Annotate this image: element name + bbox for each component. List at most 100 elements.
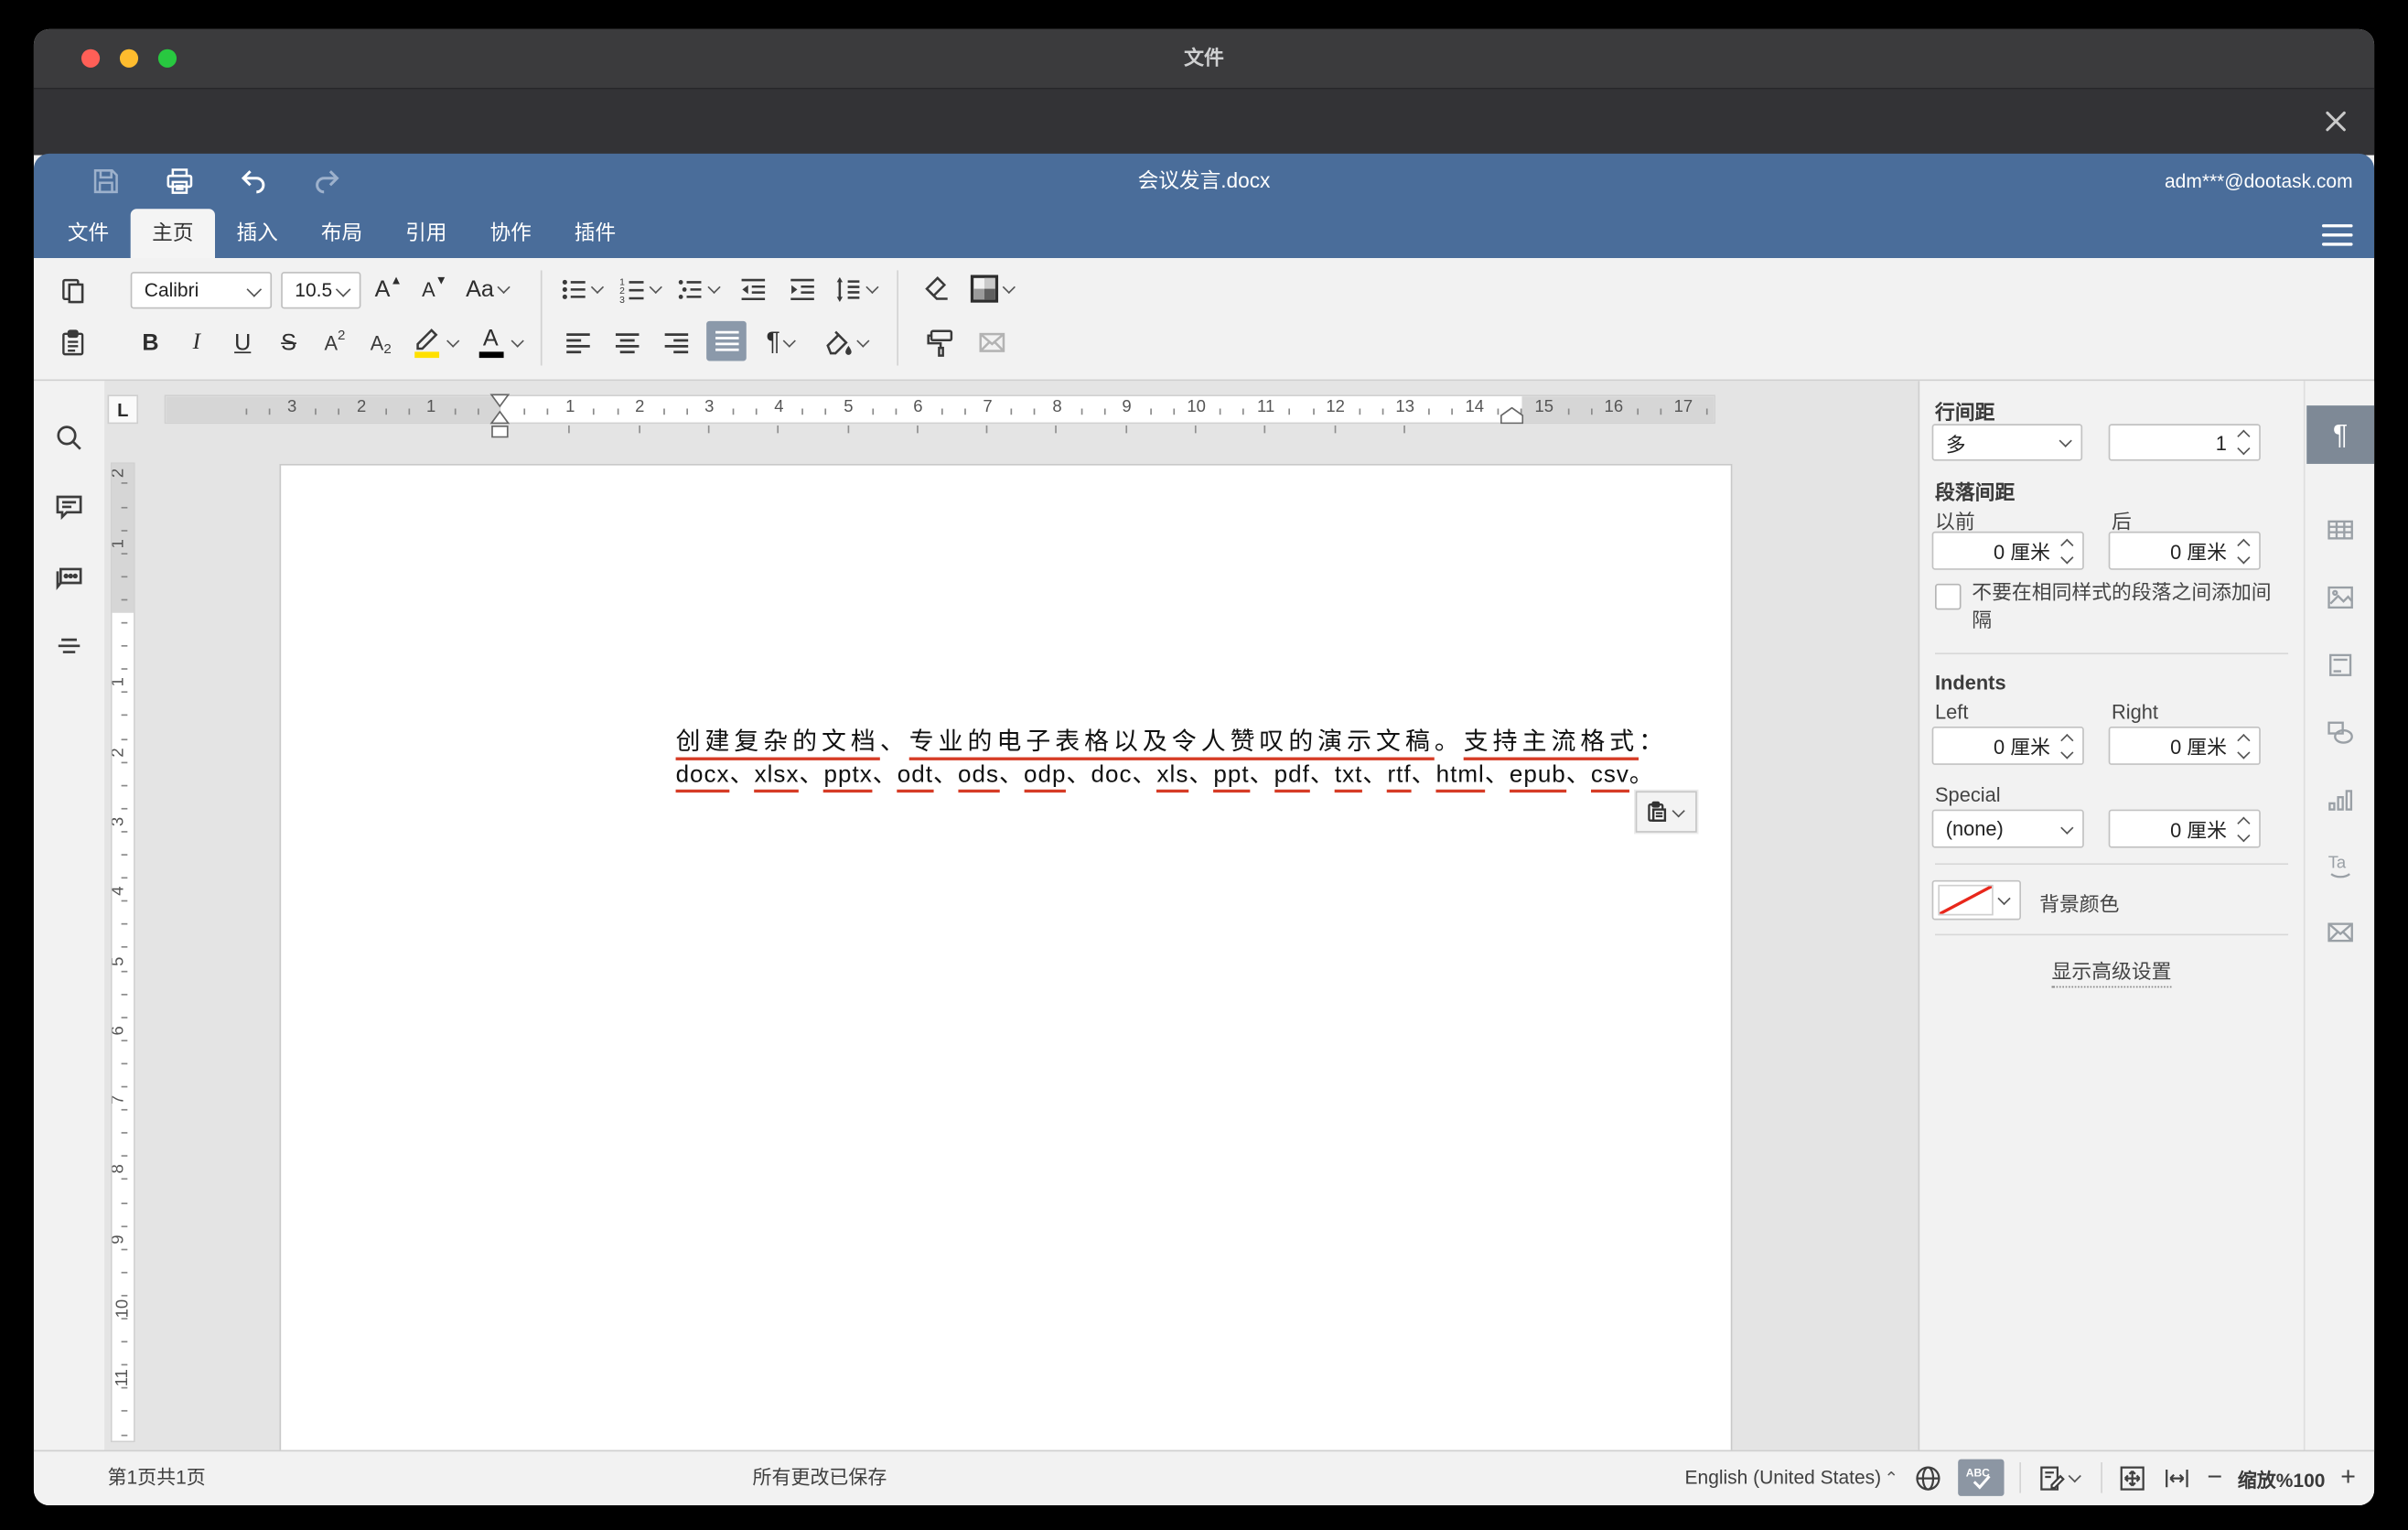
navigation-headings-icon[interactable]: [52, 630, 86, 663]
increase-indent-icon[interactable]: [783, 272, 820, 306]
align-right-icon[interactable]: [657, 326, 693, 360]
mail-merge-settings-icon[interactable]: [2324, 915, 2358, 949]
zoom-in-button[interactable]: +: [2340, 1462, 2356, 1493]
horizontal-ruler[interactable]: 3211234567891011121314151617: [165, 394, 1715, 424]
set-language-icon[interactable]: [1914, 1463, 1943, 1492]
spinner-arrows-icon[interactable]: [2233, 533, 2254, 568]
bold-button[interactable]: B: [132, 326, 168, 360]
doc-text-segment: 、: [1066, 762, 1091, 790]
font-name-select[interactable]: Calibri: [131, 272, 272, 308]
copy-icon[interactable]: [55, 274, 89, 307]
special-indent-by-spinner[interactable]: 0 厘米: [2109, 810, 2261, 848]
decrease-font-icon[interactable]: A▼: [416, 272, 453, 306]
table-settings-icon[interactable]: [2324, 513, 2358, 547]
spinner-arrows-icon[interactable]: [2233, 426, 2254, 459]
tab-file[interactable]: 文件: [46, 209, 130, 258]
ruler-tick: [1451, 408, 1453, 415]
font-color-button[interactable]: A: [473, 322, 528, 362]
line-spacing-select[interactable]: 多: [1932, 424, 2083, 460]
ruler-number: 10: [113, 1299, 132, 1319]
increase-font-icon[interactable]: A▲: [371, 272, 407, 306]
right-indent-marker[interactable]: [1500, 407, 1523, 424]
language-selector[interactable]: English (United States)⌃: [1685, 1467, 1898, 1489]
tab-references[interactable]: 引用: [384, 209, 468, 258]
highlight-color-button[interactable]: [408, 322, 463, 362]
spinner-arrows-icon[interactable]: [2057, 728, 2079, 764]
spinner-arrows-icon[interactable]: [2233, 811, 2254, 846]
tab-selector-button[interactable]: L: [107, 394, 138, 424]
paragraph-shading-button[interactable]: [820, 326, 875, 360]
comments-icon[interactable]: [52, 490, 86, 523]
line-spacing-button[interactable]: [833, 272, 885, 306]
align-center-icon[interactable]: [608, 326, 645, 360]
view-settings-icon[interactable]: [2322, 218, 2353, 242]
doc-text-segment: 。: [1435, 729, 1464, 757]
spinner-arrows-icon[interactable]: [2233, 728, 2254, 764]
spacing-after-spinner[interactable]: 0 厘米: [2109, 532, 2261, 570]
tab-layout[interactable]: 布局: [299, 209, 383, 258]
tab-insert[interactable]: 插入: [215, 209, 299, 258]
image-settings-icon[interactable]: [2324, 580, 2358, 614]
indent-left-spinner[interactable]: 0 厘米: [1932, 727, 2084, 765]
nonprinting-chars-button[interactable]: ¶: [758, 326, 808, 360]
fit-page-icon[interactable]: [2118, 1463, 2147, 1492]
chat-icon[interactable]: [52, 562, 86, 596]
close-icon[interactable]: [2319, 104, 2353, 138]
paste-options-button[interactable]: [1636, 791, 1697, 832]
indent-right-spinner[interactable]: 0 厘米: [2109, 727, 2261, 765]
underline-button[interactable]: U: [224, 326, 261, 360]
copy-style-icon[interactable]: [921, 326, 958, 360]
search-icon[interactable]: [52, 421, 86, 455]
justify-icon[interactable]: [706, 321, 747, 361]
ruler-tick: [122, 1179, 128, 1180]
first-line-indent-marker[interactable]: [489, 393, 510, 426]
vertical-ruler[interactable]: 211234567891011: [111, 462, 135, 1442]
doc-text-segment: 、: [1412, 762, 1436, 790]
document-page[interactable]: 创建复杂的文档、专业的电子表格以及令人赞叹的演示文稿。支持主流格式： docx、…: [279, 464, 1732, 1451]
ruler-number: 2: [111, 469, 128, 479]
fit-width-icon[interactable]: [2163, 1463, 2192, 1492]
line-spacing-label: 行间距: [1935, 396, 1994, 426]
decrease-indent-icon[interactable]: [734, 272, 770, 306]
tab-home[interactable]: 主页: [131, 209, 215, 258]
no-space-same-style-checkbox[interactable]: [1935, 584, 1962, 610]
spacing-before-spinner[interactable]: 0 厘米: [1932, 532, 2084, 570]
line-spacing-value-spinner[interactable]: 1: [2109, 424, 2261, 460]
show-advanced-settings-link[interactable]: 显示高级设置: [1919, 955, 2304, 985]
zoom-out-button[interactable]: −: [2207, 1462, 2222, 1493]
tab-collaboration[interactable]: 协作: [468, 209, 553, 258]
superscript-button[interactable]: A2: [317, 326, 353, 360]
shape-settings-icon[interactable]: [2324, 716, 2358, 749]
chevron-down-icon: [1997, 892, 2010, 905]
numbered-list-button[interactable]: 123: [618, 272, 667, 306]
page-count[interactable]: 第1页共1页: [107, 1451, 205, 1503]
clear-style-icon[interactable]: [919, 272, 955, 306]
align-left-icon[interactable]: [559, 326, 596, 360]
text-art-settings-icon[interactable]: Ta: [2324, 848, 2358, 882]
ruler-tick: [122, 1133, 128, 1135]
background-color-picker[interactable]: [1932, 880, 2021, 921]
chart-settings-icon[interactable]: [2324, 783, 2358, 817]
spinner-arrows-icon[interactable]: [2057, 533, 2079, 568]
tab-plugins[interactable]: 插件: [553, 209, 637, 258]
header-footer-settings-icon[interactable]: [2324, 648, 2358, 682]
paste-icon[interactable]: [55, 326, 89, 360]
font-size-select[interactable]: 10.5: [281, 272, 360, 308]
left-indent-marker[interactable]: [489, 426, 510, 437]
strikethrough-button[interactable]: S: [270, 326, 306, 360]
bullet-list-button[interactable]: [559, 272, 608, 306]
multilevel-list-button[interactable]: [676, 272, 726, 306]
ribbon-tabs: 文件 主页 插入 布局 引用 协作 插件: [46, 209, 637, 258]
change-case-icon[interactable]: Aa: [462, 272, 517, 306]
ruler-tick: [1590, 408, 1592, 415]
italic-button[interactable]: I: [178, 326, 215, 360]
paragraph-settings-icon[interactable]: ¶: [2306, 405, 2374, 464]
mail-merge-icon[interactable]: [973, 326, 1010, 360]
zoom-level[interactable]: 缩放%100: [2238, 1463, 2326, 1492]
track-changes-icon[interactable]: [2037, 1463, 2086, 1492]
special-indent-select[interactable]: (none): [1932, 810, 2084, 848]
subscript-button[interactable]: A2: [362, 326, 399, 360]
spellcheck-icon[interactable]: ABC: [1958, 1460, 2004, 1496]
page-color-button[interactable]: [964, 272, 1023, 306]
tab-stop-tick: [1056, 426, 1058, 433]
